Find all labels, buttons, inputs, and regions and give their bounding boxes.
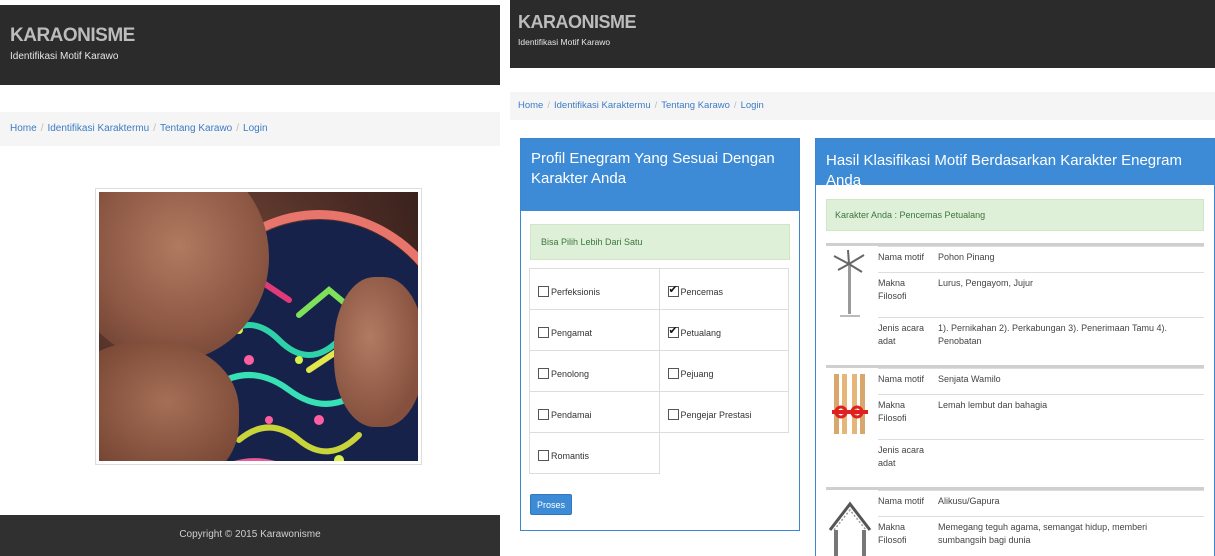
breadcrumb-tentang[interactable]: Tentang Karawo (661, 100, 730, 111)
trait-label: Romantis (551, 451, 590, 461)
motif-nama: Senjata Wamilo (938, 374, 1001, 384)
brand-subtitle: Identifikasi Motif Karawo (10, 51, 119, 62)
motif-makna: Memegang teguh agama, semangat hidup, me… (938, 522, 1148, 546)
trait-option-petualang[interactable]: Petualang (658, 309, 789, 351)
motif-result-list: Nama motif Pohon Pinang Makna Filosofi Lur… (826, 243, 1204, 556)
hand-thumb (334, 277, 418, 427)
trait-label: Penolong (551, 369, 590, 379)
result-panel: Hasil Klasifikasi Motif Berdasarkan Kara… (815, 138, 1215, 556)
breadcrumb: Home / Identifikasi Karaktermu / Tentang Kar… (510, 92, 1215, 120)
checkbox-romantis[interactable] (538, 450, 549, 461)
checkbox-perfeksionis[interactable] (538, 286, 549, 297)
trait-label: Pendamai (551, 410, 592, 420)
breadcrumb-home[interactable]: Home (10, 123, 37, 134)
motif-card: Nama motif Alikusu/Gapura Makna Filosofi M… (826, 487, 1204, 556)
motif-card: Nama motif Senjata Wamilo Makna Filosofi L… (826, 365, 1204, 487)
embroidery-hero-image (99, 192, 418, 461)
checkbox-pejuang[interactable] (667, 368, 679, 379)
proses-button[interactable]: Proses (530, 494, 573, 515)
breadcrumb-login[interactable]: Login (243, 123, 267, 134)
brand-subtitle: Identifikasi Motif Karawo (518, 37, 611, 47)
breadcrumb-separator: / (733, 100, 737, 111)
right-header: KARAONISME Identifikasi Motif Karawo (510, 0, 1215, 68)
brand-title[interactable]: KARAONISME (10, 25, 490, 47)
trait-option-pengejar-prestasi[interactable]: Pengejar Prestasi (658, 391, 789, 433)
checkbox-pencemas[interactable] (667, 283, 679, 297)
checkbox-pengamat[interactable] (538, 327, 549, 338)
breadcrumb: Home / Identifikasi Karaktermu / Tentang Kar… (0, 112, 500, 146)
label-nama-motif: Nama motif (878, 496, 925, 506)
footer: Copyright © 2015 Karawonisme (0, 515, 500, 556)
checkbox-penolong[interactable] (538, 368, 549, 379)
multi-select-hint: Bisa Pilih Lebih Dari Satu (530, 224, 790, 260)
breadcrumb-tentang[interactable]: Tentang Karawo (160, 123, 232, 134)
result-panel-title: Hasil Klasifikasi Motif Berdasarkan Kara… (816, 139, 1214, 189)
checkbox-pengejar-prestasi[interactable] (667, 409, 679, 420)
trait-option-pencemas[interactable]: Pencemas (658, 268, 789, 310)
trait-option-penolong[interactable]: Penolong (529, 350, 660, 392)
left-page: KARAONISME Identifikasi Motif Karawo Hom… (0, 0, 500, 556)
trait-label: Pengamat (551, 328, 593, 338)
trait-label: Petualang (680, 328, 722, 338)
trait-label: Perfeksionis (551, 287, 601, 297)
breadcrumb-separator: / (547, 100, 550, 111)
breadcrumb-separator: / (40, 123, 44, 134)
palm-tree-icon (826, 246, 874, 365)
breadcrumb-identifikasi[interactable]: Identifikasi Karaktermu (554, 100, 651, 111)
motif-makna: Lurus, Pengayom, Jujur (938, 278, 1034, 288)
breadcrumb-separator: / (153, 123, 156, 134)
checkbox-pendamai[interactable] (538, 409, 549, 420)
breadcrumb-home[interactable]: Home (518, 100, 543, 111)
trait-checkbox-grid: Perfeksionis Pencemas Pengamat Petualang (529, 268, 791, 474)
checkbox-petualang[interactable] (667, 324, 679, 338)
motif-jenis (932, 440, 1204, 487)
screenshot-divider (500, 0, 510, 556)
motif-card: Nama motif Pohon Pinang Makna Filosofi Lur… (826, 243, 1204, 365)
trait-label: Pengejar Prestasi (680, 410, 752, 420)
label-makna-filosofi: Makna Filosofi (878, 278, 907, 302)
breadcrumb-identifikasi[interactable]: Identifikasi Karaktermu (47, 123, 149, 134)
motif-nama: Pohon Pinang (938, 252, 995, 262)
trait-option-pendamai[interactable]: Pendamai (529, 391, 660, 433)
trait-option-pengamat[interactable]: Pengamat (529, 309, 660, 351)
breadcrumb-login[interactable]: Login (741, 100, 764, 111)
hero-image-frame (95, 188, 422, 465)
gate-motif-icon (826, 490, 874, 556)
trait-label: Pejuang (680, 369, 714, 379)
label-nama-motif: Nama motif (878, 252, 925, 262)
label-makna-filosofi: Makna Filosofi (878, 522, 907, 546)
label-makna-filosofi: Makna Filosofi (878, 400, 907, 424)
profile-panel-title: Profil Enegram Yang Sesuai Dengan Karakt… (521, 139, 799, 211)
label-jenis-acara: Jenis acara adat (878, 445, 925, 469)
karakter-info: Karakter Anda : Pencemas Petualang (826, 199, 1204, 231)
trait-option-romantis[interactable]: Romantis (529, 432, 660, 474)
left-header: KARAONISME Identifikasi Motif Karawo (0, 5, 500, 85)
breadcrumb-separator: / (654, 100, 658, 111)
breadcrumb-separator: / (236, 123, 240, 134)
motif-jenis: 1). Pernikahan 2). Perkabungan 3). Pener… (938, 323, 1167, 347)
motif-nama: Alikusu/Gapura (938, 496, 1000, 506)
profile-panel: Profil Enegram Yang Sesuai Dengan Karakt… (520, 138, 800, 531)
trait-option-pejuang[interactable]: Pejuang (658, 350, 789, 392)
brand-title[interactable]: KARAONISME (518, 12, 1207, 33)
trait-option-perfeksionis[interactable]: Perfeksionis (529, 268, 660, 310)
right-page: KARAONISME Identifikasi Motif Karawo Hom… (510, 0, 1215, 556)
wamilo-motif-icon (826, 368, 874, 487)
label-nama-motif: Nama motif (878, 374, 925, 384)
copyright-text: Copyright © 2015 Karawonisme (179, 529, 321, 540)
trait-label: Pencemas (680, 287, 724, 297)
label-jenis-acara: Jenis acara adat (878, 323, 925, 347)
motif-makna: Lemah lembut dan bahagia (938, 400, 1048, 410)
